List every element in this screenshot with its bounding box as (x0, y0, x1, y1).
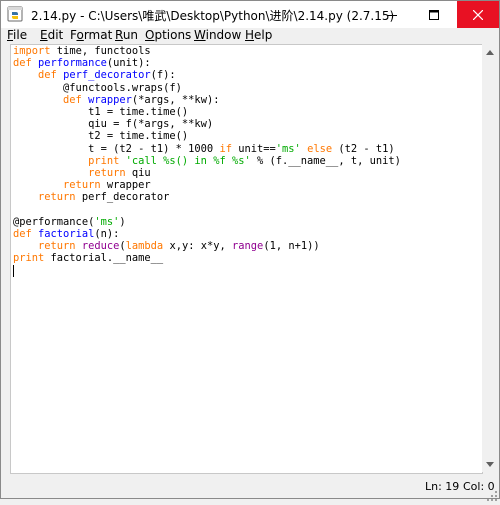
resize-grip-icon[interactable] (487, 486, 497, 501)
code-line-11: return qiu (88, 167, 151, 180)
close-icon (473, 9, 483, 20)
code-line-13: return perf_decorator (38, 191, 170, 204)
idle-editor-window: 2.14.py - C:\Users\唯武\Desktop\Python\进阶\… (0, 0, 500, 501)
menu-edit-label: dit (47, 28, 64, 42)
code-line-15: @performance('ms') (13, 215, 126, 228)
code-line-7: qiu = f(*args, **kw) (13, 118, 214, 131)
window-title: 2.14.py - C:\Users\唯武\Desktop\Python\进阶\… (31, 9, 395, 23)
scroll-up-arrow-icon[interactable] (482, 44, 498, 60)
menu-bar: File Edit Format Run Options Window Help (1, 28, 499, 45)
code-line-16: def factorial(n): (13, 228, 120, 241)
menu-format-mnemonic: o (76, 28, 84, 42)
status-bar: Ln: 19 Col: 0 (1, 477, 499, 498)
menu-window-label: indow (205, 28, 242, 42)
maximize-button[interactable] (415, 1, 453, 28)
code-line-17: return reduce(lambda x,y: x*y, range(1, … (38, 240, 320, 253)
menu-options[interactable]: Options (145, 28, 191, 42)
maximize-icon (429, 9, 439, 20)
python-idle-icon[interactable] (7, 6, 23, 22)
title-bar[interactable]: 2.14.py - C:\Users\唯武\Desktop\Python\进阶\… (1, 1, 499, 28)
code-editor[interactable]: import time, functools def performance(u… (10, 44, 483, 474)
menu-format[interactable]: Format (70, 28, 112, 42)
menu-run[interactable]: Run (115, 28, 138, 42)
code-line-5: def wrapper(*args, **kw): (63, 93, 220, 106)
menu-help-label: elp (254, 28, 273, 42)
code-line-9: t = (t2 - t1) * 1000 if unit=='ms' else … (13, 142, 395, 155)
menu-window-mnemonic: W (194, 28, 206, 42)
code-line-8: t2 = time.time() (13, 130, 189, 143)
code-line-2: def performance(unit): (13, 57, 151, 70)
code-text[interactable]: import time, functools def performance(u… (13, 45, 401, 277)
close-button[interactable] (457, 1, 499, 28)
menu-help[interactable]: Help (245, 28, 272, 42)
menu-window[interactable]: Window (194, 28, 241, 42)
menu-edit-mnemonic: E (40, 28, 48, 42)
scroll-down-arrow-icon[interactable] (482, 456, 498, 472)
minimize-icon (387, 14, 397, 16)
menu-help-mnemonic: H (245, 28, 255, 42)
code-line-4: @functools.wraps(f) (13, 81, 182, 94)
minimize-button[interactable] (373, 1, 411, 28)
text-caret (13, 264, 14, 277)
menu-run-mnemonic: R (115, 28, 123, 42)
menu-format-label: rmat (83, 28, 113, 42)
menu-run-label: un (122, 28, 139, 42)
code-line-6: t1 = time.time() (13, 106, 189, 119)
menu-options-label: ptions (154, 28, 192, 42)
menu-edit[interactable]: Edit (40, 28, 63, 42)
menu-file-label: ile (13, 28, 28, 42)
code-line-1: import time, functools (13, 45, 151, 57)
code-line-10: print 'call %s() in %f %s' % (f.__name__… (88, 154, 401, 167)
status-line-number: Ln: 19 (425, 480, 460, 493)
code-line-12: return wrapper (63, 179, 151, 192)
code-line-3: def perf_decorator(f): (38, 69, 176, 82)
code-line-18: print factorial.__name__ (13, 252, 164, 265)
vertical-scrollbar[interactable] (482, 44, 498, 472)
menu-file[interactable]: File (7, 28, 27, 42)
